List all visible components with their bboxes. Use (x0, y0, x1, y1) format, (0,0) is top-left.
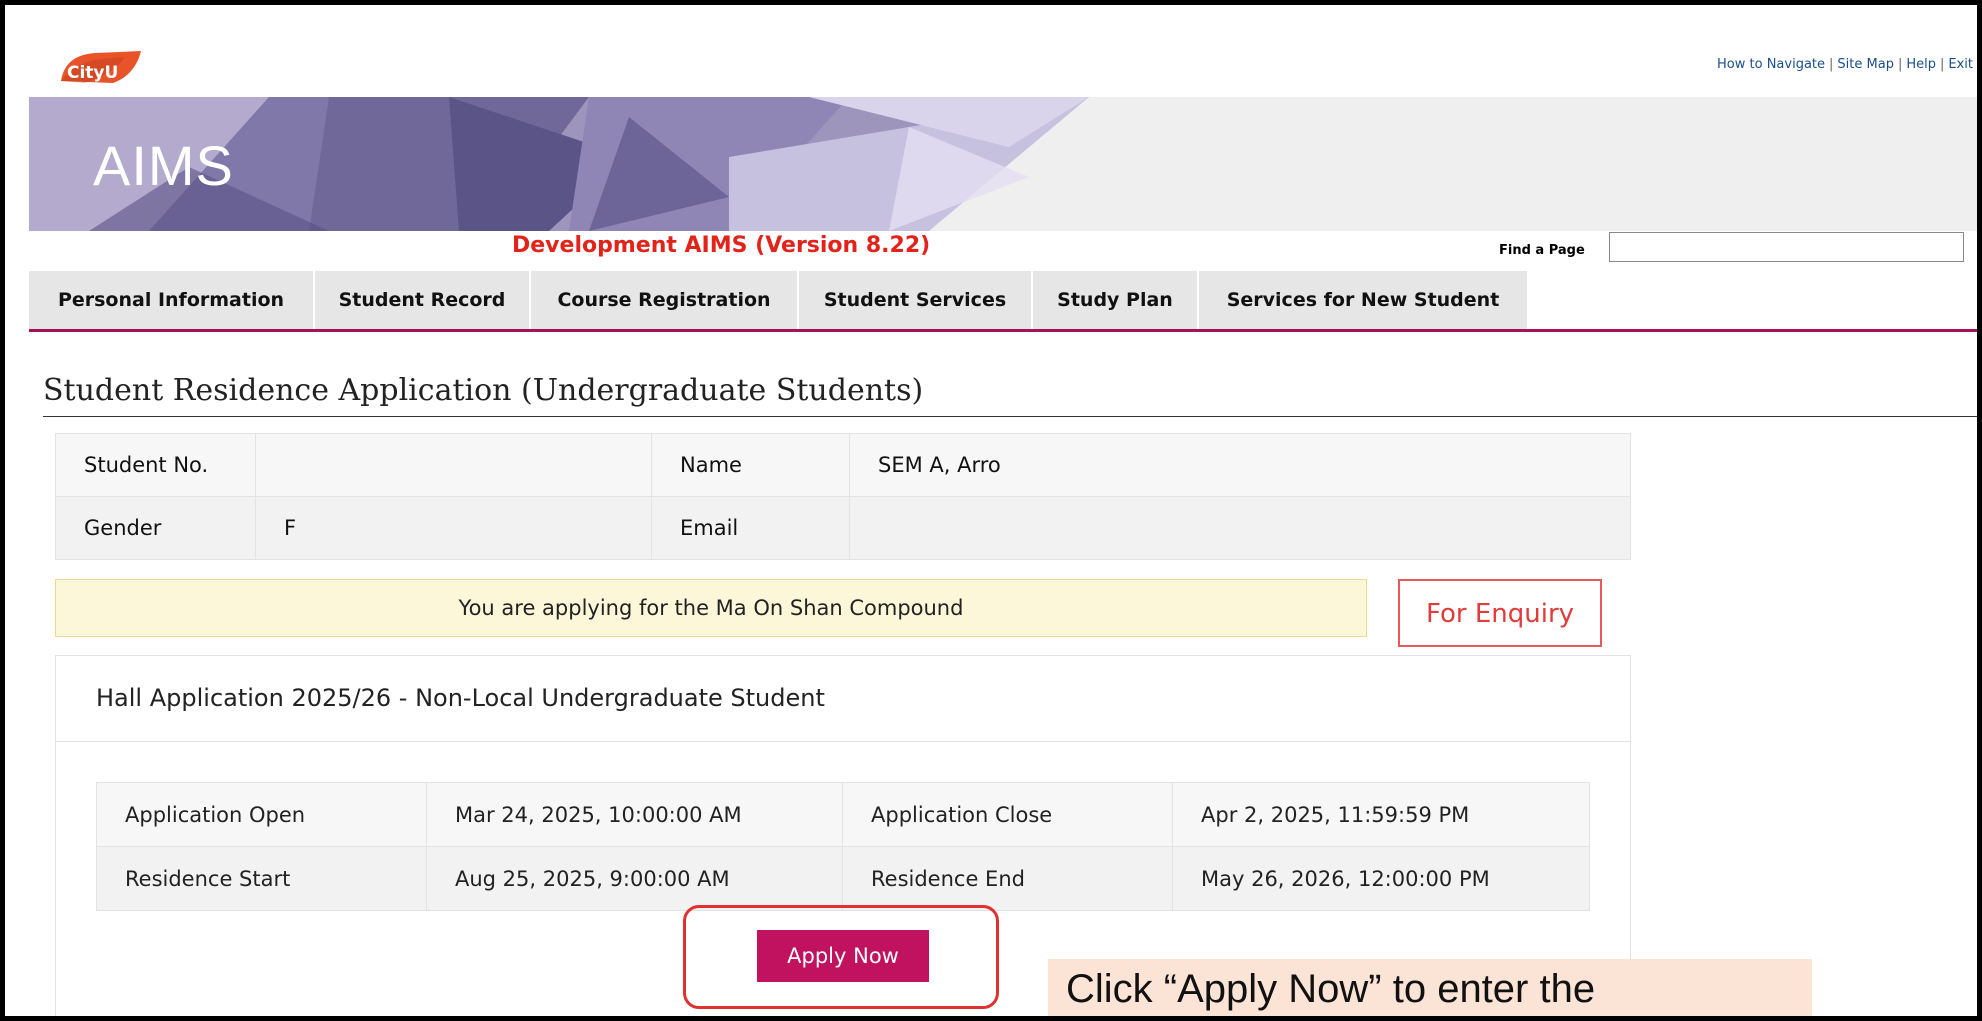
tab-student-record[interactable]: Student Record (315, 271, 531, 329)
find-page-input[interactable] (1609, 232, 1964, 262)
application-title: Hall Application 2025/26 - Non-Local Und… (96, 684, 825, 712)
page-title: Student Residence Application (Undergrad… (43, 373, 924, 408)
table-row: Residence Start Aug 25, 2025, 9:00:00 AM… (96, 846, 1590, 911)
compound-notice: You are applying for the Ma On Shan Comp… (55, 579, 1367, 637)
instruction-callout: Click “Apply Now” to enter the (1048, 959, 1812, 1016)
title-divider (43, 416, 1977, 417)
find-page-label: Find a Page (1499, 243, 1585, 258)
application-close-label: Application Close (842, 782, 1173, 847)
name-label: Name (651, 433, 850, 497)
student-no-value (255, 433, 652, 497)
application-open-label: Application Open (96, 782, 427, 847)
banner-title: AIMS (93, 134, 234, 197)
residence-end-value: May 26, 2026, 12:00:00 PM (1172, 846, 1590, 911)
student-info-table: Student No. Name SEM A, Arro Gender F Em… (55, 433, 1631, 560)
link-how-to-navigate[interactable]: How to Navigate (1717, 57, 1825, 72)
aims-banner: AIMS (29, 97, 1977, 231)
nav-divider (29, 329, 1977, 332)
application-open-value: Mar 24, 2025, 10:00:00 AM (426, 782, 843, 847)
go-button[interactable]: Go (1977, 233, 1982, 263)
table-row: Application Open Mar 24, 2025, 10:00:00 … (96, 782, 1590, 847)
apply-now-button[interactable]: Apply Now (757, 930, 929, 982)
tab-study-plan[interactable]: Study Plan (1033, 271, 1199, 329)
link-help[interactable]: Help (1906, 57, 1936, 72)
application-close-value: Apr 2, 2025, 11:59:59 PM (1172, 782, 1590, 847)
residence-start-label: Residence Start (96, 846, 427, 911)
panel-header: Hall Application 2025/26 - Non-Local Und… (56, 656, 1630, 742)
cityu-logo: CityU (61, 51, 141, 83)
table-row: Gender F Email (55, 496, 1631, 560)
residence-end-label: Residence End (842, 846, 1173, 911)
logo-text: CityU (67, 63, 118, 83)
link-exit[interactable]: Exit (1948, 57, 1973, 72)
tab-services-for-new-student[interactable]: Services for New Student (1199, 271, 1529, 329)
browser-frame: CityU How to Navigate | Site Map | Help | Exit… (0, 0, 1982, 1021)
gender-value: F (255, 496, 652, 560)
banner-graphic (29, 97, 1089, 231)
link-site-map[interactable]: Site Map (1837, 57, 1894, 72)
email-label: Email (651, 496, 850, 560)
email-value (849, 496, 1631, 560)
top-links: How to Navigate | Site Map | Help | Exit (1717, 57, 1973, 72)
student-no-label: Student No. (55, 433, 256, 497)
top-bar: CityU How to Navigate | Site Map | Help | Exit (23, 45, 1977, 97)
table-row: Student No. Name SEM A, Arro (55, 433, 1631, 497)
tab-personal-information[interactable]: Personal Information (29, 271, 315, 329)
name-value: SEM A, Arro (849, 433, 1631, 497)
gender-label: Gender (55, 496, 256, 560)
tab-course-registration[interactable]: Course Registration (531, 271, 799, 329)
residence-start-value: Aug 25, 2025, 9:00:00 AM (426, 846, 843, 911)
for-enquiry-button[interactable]: For Enquiry (1398, 579, 1602, 647)
application-dates-table: Application Open Mar 24, 2025, 10:00:00 … (96, 782, 1590, 911)
main-nav: Personal Information Student Record Cour… (29, 271, 1529, 329)
tab-student-services[interactable]: Student Services (799, 271, 1033, 329)
dev-row: Development AIMS (Version 8.22) Find a P… (29, 231, 1982, 267)
dev-title: Development AIMS (Version 8.22) (512, 233, 931, 258)
